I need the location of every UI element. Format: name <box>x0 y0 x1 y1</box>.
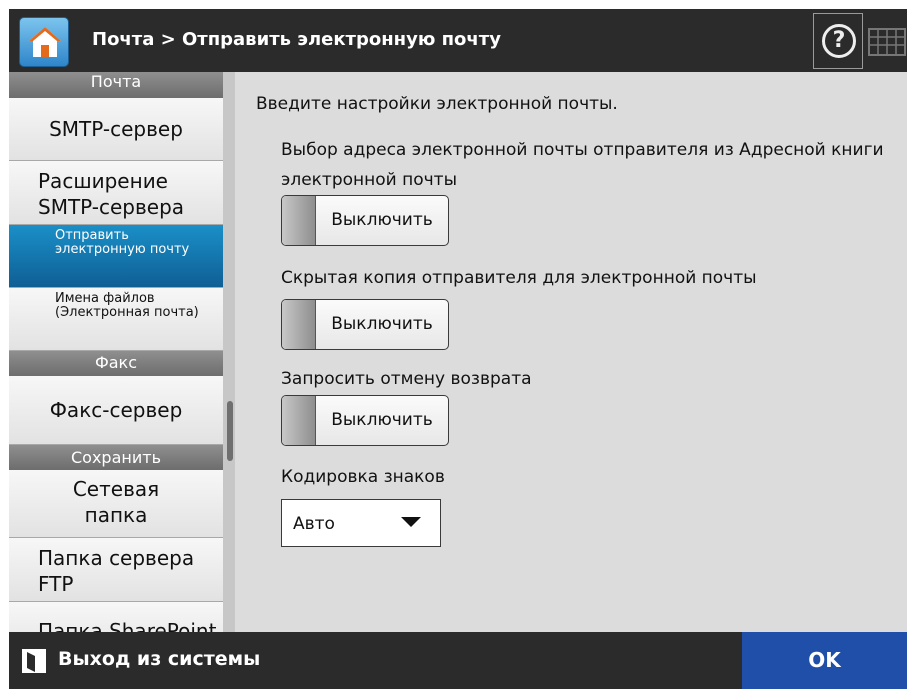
sidebar-item-sharepoint-folder[interactable]: Папка SharePoint <box>9 602 223 632</box>
sidebar-scrollbar-thumb[interactable] <box>227 401 233 461</box>
sender-from-addressbook-toggle[interactable]: Выключить <box>281 195 449 246</box>
home-button[interactable] <box>19 17 69 67</box>
encoding-value: Авто <box>293 514 335 534</box>
sidebar-item-smtp-extension[interactable]: Расширение SMTP-сервера <box>9 161 223 225</box>
read-receipt-label: Запросить отмену возврата <box>281 369 532 389</box>
settings-panel: Введите настройки электронной почты. Выб… <box>239 82 907 632</box>
sidebar-item-send-email[interactable]: Отправить электронную почту <box>9 225 223 288</box>
sidebar-section-save: Сохранить <box>9 445 223 470</box>
sidebar-item-ftp-folder[interactable]: Папка сервера FTP <box>9 538 223 602</box>
sidebar-section-mail: Почта <box>9 72 223 98</box>
toggle-value: Выключить <box>331 314 433 334</box>
toggle-value: Выключить <box>331 210 433 230</box>
sidebar-section-fax: Факс <box>9 351 223 376</box>
help-icon: ? <box>822 24 856 58</box>
sidebar-item-fax-server[interactable]: Факс-сервер <box>9 376 223 445</box>
footer-bar: Выход из системы OK <box>9 632 907 689</box>
logout-label: Выход из системы <box>58 648 261 670</box>
app-window: Почта > Отправить электронную почту ? По… <box>9 9 907 689</box>
keyboard-button[interactable] <box>867 13 907 69</box>
sidebar-item-smtp-server[interactable]: SMTP-сервер <box>9 98 223 161</box>
bcc-sender-label: Скрытая копия отправителя для электронно… <box>281 268 757 288</box>
read-receipt-toggle[interactable]: Выключить <box>281 395 449 446</box>
logout-icon <box>22 649 46 673</box>
toggle-value: Выключить <box>331 410 433 430</box>
logout-button[interactable]: Выход из системы <box>9 632 289 689</box>
toggle-knob <box>282 196 316 245</box>
sender-from-addressbook-label: Выбор адреса электронной почты отправите… <box>281 140 884 190</box>
sidebar-scrollbar[interactable] <box>223 72 235 632</box>
ok-button[interactable]: OK <box>742 632 907 689</box>
toggle-knob <box>282 396 316 445</box>
toggle-knob <box>282 300 316 349</box>
chevron-down-icon <box>401 517 421 527</box>
bcc-sender-toggle[interactable]: Выключить <box>281 299 449 350</box>
sidebar-item-email-filenames[interactable]: Имена файлов (Электронная почта) <box>9 288 223 351</box>
home-icon <box>29 27 61 57</box>
intro-text: Введите настройки электронной почты. <box>256 94 618 114</box>
encoding-select[interactable]: Авто <box>281 499 441 547</box>
help-button[interactable]: ? <box>813 13 863 69</box>
encoding-label: Кодировка знаков <box>281 467 445 487</box>
breadcrumb: Почта > Отправить электронную почту <box>92 29 501 50</box>
sidebar-item-network-folder[interactable]: Сетевая папка <box>9 470 223 538</box>
header-bar: Почта > Отправить электронную почту ? <box>9 9 907 72</box>
keyboard-icon <box>868 28 906 56</box>
sidebar: Почта SMTP-сервер Расширение SMTP-сервер… <box>9 72 223 632</box>
